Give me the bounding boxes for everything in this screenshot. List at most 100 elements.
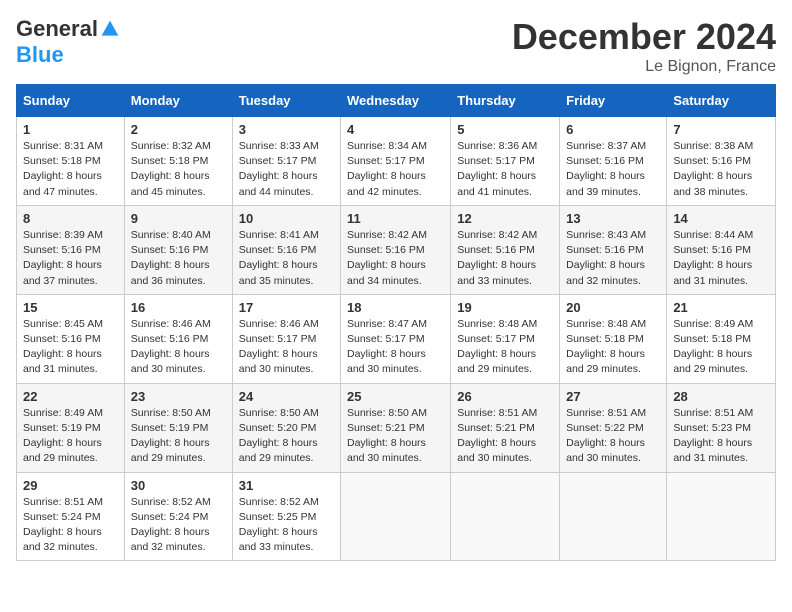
calendar-cell: 20 Sunrise: 8:48 AMSunset: 5:18 PMDayligh… — [560, 294, 667, 383]
location-subtitle: Le Bignon, France — [512, 58, 776, 76]
day-info: Sunrise: 8:51 AMSunset: 5:23 PMDaylight:… — [673, 406, 769, 467]
day-number: 29 — [23, 478, 118, 493]
calendar-week-row: 29 Sunrise: 8:51 AMSunset: 5:24 PMDayligh… — [17, 472, 776, 561]
calendar-cell: 18Sunrise: 8:47 AMSunset: 5:17 PMDayligh… — [341, 294, 451, 383]
page-header: General Blue December 2024 Le Bignon, Fr… — [16, 16, 776, 76]
day-number: 6 — [566, 122, 660, 137]
day-number: 21 — [673, 300, 769, 315]
calendar-cell: 10 Sunrise: 8:41 AMSunset: 5:16 PMDayligh… — [232, 205, 340, 294]
calendar-cell: 4 Sunrise: 8:34 AMSunset: 5:17 PMDaylight… — [341, 117, 451, 206]
calendar-week-row: 1Sunrise: 8:31 AMSunset: 5:18 PMDaylight… — [17, 117, 776, 206]
day-number: 15 — [23, 300, 118, 315]
day-info: Sunrise: 8:43 AMSunset: 5:16 PMDaylight:… — [566, 228, 660, 289]
calendar-cell: 9 Sunrise: 8:40 AMSunset: 5:16 PMDaylight… — [124, 205, 232, 294]
calendar-cell: 6Sunrise: 8:37 AMSunset: 5:16 PMDaylight… — [560, 117, 667, 206]
day-info: Sunrise: 8:46 AMSunset: 5:17 PMDaylight:… — [239, 317, 334, 378]
calendar-cell: 25Sunrise: 8:50 AMSunset: 5:21 PMDayligh… — [341, 383, 451, 472]
day-number: 14 — [673, 211, 769, 226]
day-info: Sunrise: 8:48 AMSunset: 5:18 PMDaylight:… — [566, 317, 660, 378]
day-number: 17 — [239, 300, 334, 315]
calendar-header-friday: Friday — [560, 85, 667, 117]
calendar-header-saturday: Saturday — [667, 85, 776, 117]
day-number: 28 — [673, 389, 769, 404]
day-info: Sunrise: 8:42 AMSunset: 5:16 PMDaylight:… — [457, 228, 553, 289]
calendar-cell: 26 Sunrise: 8:51 AMSunset: 5:21 PMDayligh… — [451, 383, 560, 472]
day-number: 10 — [239, 211, 334, 226]
calendar-cell: 5 Sunrise: 8:36 AMSunset: 5:17 PMDaylight… — [451, 117, 560, 206]
day-number: 18 — [347, 300, 444, 315]
day-info: Sunrise: 8:41 AMSunset: 5:16 PMDaylight:… — [239, 228, 334, 289]
day-number: 13 — [566, 211, 660, 226]
day-info: Sunrise: 8:36 AMSunset: 5:17 PMDaylight:… — [457, 139, 553, 200]
calendar-header-tuesday: Tuesday — [232, 85, 340, 117]
calendar-cell — [341, 472, 451, 561]
calendar-cell: 31 Sunrise: 8:52 AMSunset: 5:25 PMDayligh… — [232, 472, 340, 561]
calendar-cell: 17 Sunrise: 8:46 AMSunset: 5:17 PMDayligh… — [232, 294, 340, 383]
calendar-header-monday: Monday — [124, 85, 232, 117]
calendar-cell: 11 Sunrise: 8:42 AMSunset: 5:16 PMDayligh… — [341, 205, 451, 294]
day-info: Sunrise: 8:51 AMSunset: 5:24 PMDaylight:… — [23, 495, 118, 556]
day-info: Sunrise: 8:40 AMSunset: 5:16 PMDaylight:… — [131, 228, 226, 289]
calendar-cell: 3 Sunrise: 8:33 AMSunset: 5:17 PMDaylight… — [232, 117, 340, 206]
day-info: Sunrise: 8:42 AMSunset: 5:16 PMDaylight:… — [347, 228, 444, 289]
day-number: 3 — [239, 122, 334, 137]
day-number: 12 — [457, 211, 553, 226]
day-info: Sunrise: 8:49 AMSunset: 5:18 PMDaylight:… — [673, 317, 769, 378]
day-info: Sunrise: 8:32 AMSunset: 5:18 PMDaylight:… — [131, 139, 226, 200]
day-info: Sunrise: 8:45 AMSunset: 5:16 PMDaylight:… — [23, 317, 118, 378]
day-info: Sunrise: 8:33 AMSunset: 5:17 PMDaylight:… — [239, 139, 334, 200]
day-number: 5 — [457, 122, 553, 137]
calendar-cell: 19 Sunrise: 8:48 AMSunset: 5:17 PMDayligh… — [451, 294, 560, 383]
day-info: Sunrise: 8:51 AMSunset: 5:22 PMDaylight:… — [566, 406, 660, 467]
day-info: Sunrise: 8:39 AMSunset: 5:16 PMDaylight:… — [23, 228, 118, 289]
calendar-week-row: 8 Sunrise: 8:39 AMSunset: 5:16 PMDaylight… — [17, 205, 776, 294]
logo-blue-text: Blue — [16, 42, 64, 68]
calendar-cell: 30 Sunrise: 8:52 AMSunset: 5:24 PMDayligh… — [124, 472, 232, 561]
logo-general-text: General — [16, 16, 98, 42]
day-number: 8 — [23, 211, 118, 226]
calendar-cell — [560, 472, 667, 561]
calendar-cell: 21 Sunrise: 8:49 AMSunset: 5:18 PMDayligh… — [667, 294, 776, 383]
calendar-cell: 8 Sunrise: 8:39 AMSunset: 5:16 PMDaylight… — [17, 205, 125, 294]
day-info: Sunrise: 8:34 AMSunset: 5:17 PMDaylight:… — [347, 139, 444, 200]
day-number: 20 — [566, 300, 660, 315]
day-info: Sunrise: 8:50 AMSunset: 5:20 PMDaylight:… — [239, 406, 334, 467]
calendar-cell: 1Sunrise: 8:31 AMSunset: 5:18 PMDaylight… — [17, 117, 125, 206]
day-info: Sunrise: 8:48 AMSunset: 5:17 PMDaylight:… — [457, 317, 553, 378]
day-number: 4 — [347, 122, 444, 137]
day-number: 11 — [347, 211, 444, 226]
day-info: Sunrise: 8:51 AMSunset: 5:21 PMDaylight:… — [457, 406, 553, 467]
day-info: Sunrise: 8:49 AMSunset: 5:19 PMDaylight:… — [23, 406, 118, 467]
calendar-cell: 2 Sunrise: 8:32 AMSunset: 5:18 PMDaylight… — [124, 117, 232, 206]
calendar-cell: 12 Sunrise: 8:42 AMSunset: 5:16 PMDayligh… — [451, 205, 560, 294]
day-number: 2 — [131, 122, 226, 137]
day-number: 24 — [239, 389, 334, 404]
day-number: 23 — [131, 389, 226, 404]
day-number: 31 — [239, 478, 334, 493]
day-number: 30 — [131, 478, 226, 493]
day-number: 25 — [347, 389, 444, 404]
calendar-table: SundayMondayTuesdayWednesdayThursdayFrid… — [16, 84, 776, 561]
month-title: December 2024 — [512, 16, 776, 58]
calendar-week-row: 15 Sunrise: 8:45 AMSunset: 5:16 PMDayligh… — [17, 294, 776, 383]
day-info: Sunrise: 8:46 AMSunset: 5:16 PMDaylight:… — [131, 317, 226, 378]
day-info: Sunrise: 8:44 AMSunset: 5:16 PMDaylight:… — [673, 228, 769, 289]
calendar-cell: 22Sunrise: 8:49 AMSunset: 5:19 PMDayligh… — [17, 383, 125, 472]
logo-icon — [100, 19, 120, 39]
logo: General Blue — [16, 16, 120, 68]
day-info: Sunrise: 8:52 AMSunset: 5:25 PMDaylight:… — [239, 495, 334, 556]
day-number: 9 — [131, 211, 226, 226]
calendar-cell: 7 Sunrise: 8:38 AMSunset: 5:16 PMDaylight… — [667, 117, 776, 206]
day-info: Sunrise: 8:38 AMSunset: 5:16 PMDaylight:… — [673, 139, 769, 200]
calendar-header-wednesday: Wednesday — [341, 85, 451, 117]
day-info: Sunrise: 8:50 AMSunset: 5:19 PMDaylight:… — [131, 406, 226, 467]
day-info: Sunrise: 8:52 AMSunset: 5:24 PMDaylight:… — [131, 495, 226, 556]
calendar-cell — [667, 472, 776, 561]
day-number: 19 — [457, 300, 553, 315]
calendar-cell: 24 Sunrise: 8:50 AMSunset: 5:20 PMDayligh… — [232, 383, 340, 472]
day-number: 1 — [23, 122, 118, 137]
day-number: 27 — [566, 389, 660, 404]
day-number: 26 — [457, 389, 553, 404]
calendar-cell: 27 Sunrise: 8:51 AMSunset: 5:22 PMDayligh… — [560, 383, 667, 472]
day-number: 7 — [673, 122, 769, 137]
